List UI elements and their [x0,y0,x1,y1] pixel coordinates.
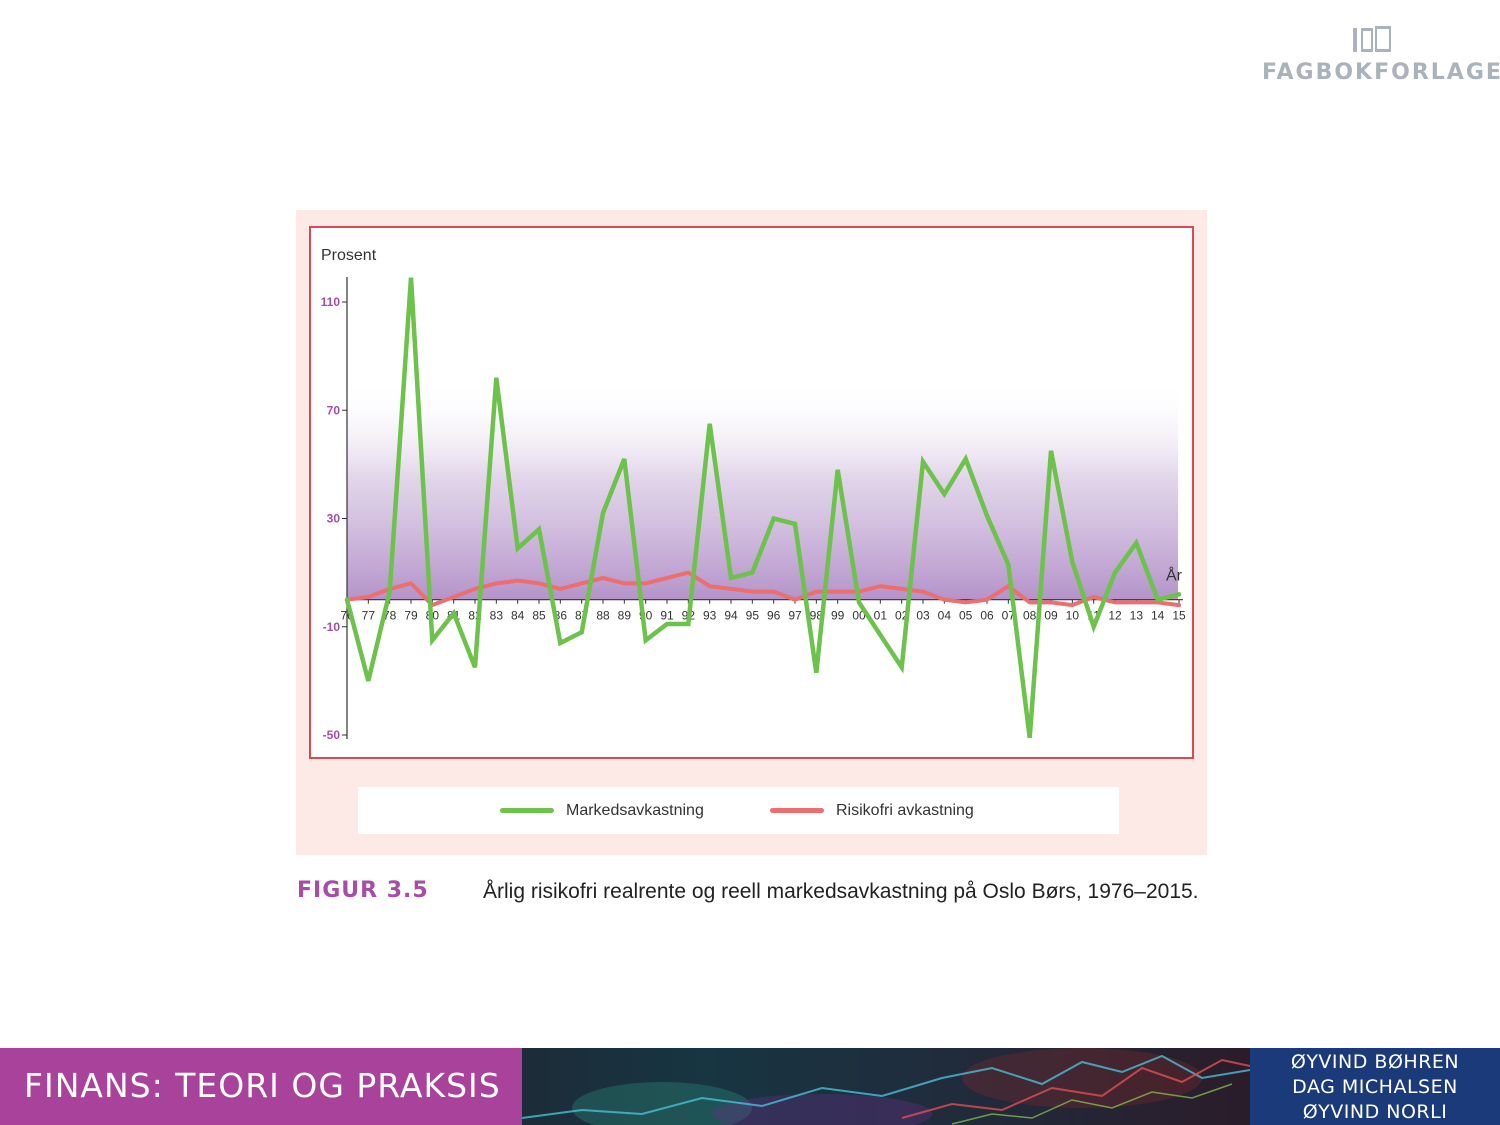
x-tick-label: 79 [404,609,418,623]
x-tick-label: 13 [1130,609,1144,623]
x-tick-label: 14 [1151,609,1165,623]
x-tick-label: 97 [788,609,802,623]
x-tick-label: 94 [724,609,738,623]
chart-panel: Prosent 110 70 30 -10 -50 76 77 78 79 80 81 82 83 84 85… [296,210,1207,855]
footer-decorative-image [522,1048,1250,1125]
x-tick-label: 10 [1066,609,1080,623]
x-tick-label: 91 [660,609,674,623]
x-tick-label: 12 [1108,609,1122,623]
x-tick-label: 89 [618,609,632,623]
brand-logo: FAGBOKFORLAGET [1262,22,1500,85]
y-tick-label: 70 [327,403,341,417]
legend: Markedsavkastning Risikofri avkastning [358,787,1119,834]
y-tick-label: -50 [323,728,341,742]
x-tick-label: 85 [532,609,546,623]
footer-title-panel: FINANS: TEORI OG PRAKSIS [0,1048,522,1125]
x-tick-label: 77 [362,609,376,623]
background-band [347,380,1178,600]
figure-label: FIGUR 3.5 [297,878,429,903]
author-3: ØYVIND NORLI [1302,1101,1448,1123]
x-tick-label: 95 [746,609,760,623]
brand-name: FAGBOKFORLAGET [1262,60,1500,85]
x-tick-label: 93 [703,609,717,623]
authors-panel: ØYVIND BØHREN DAG MICHALSEN ØYVIND NORLI [1250,1048,1500,1125]
x-tick-label: 06 [980,609,994,623]
book-title: FINANS: TEORI OG PRAKSIS [24,1066,501,1105]
x-tick-label: 08 [1023,609,1037,623]
y-axis-title: Prosent [321,247,377,264]
author-1: ØYVIND BØHREN [1290,1051,1460,1073]
stock-chart-decoration [522,1048,1250,1125]
x-tick-label: 09 [1044,609,1058,623]
y-tick-label: -10 [323,620,341,634]
legend-label-market: Markedsavkastning [566,801,704,819]
y-tick-label: 110 [321,295,341,309]
author-2: DAG MICHALSEN [1292,1076,1458,1098]
x-tick-label: 96 [767,609,781,623]
x-tick-label: 01 [874,609,888,623]
figure-caption: FIGUR 3.5 Årlig risikofri realrente og r… [297,876,1217,910]
figure-caption-text: Årlig risikofri realrente og reell marke… [483,880,1199,903]
legend-item-riskfree: Risikofri avkastning [770,787,974,834]
legend-label-riskfree: Risikofri avkastning [836,801,974,819]
x-tick-label: 04 [938,609,952,623]
x-tick-label: 84 [511,609,525,623]
legend-item-market: Markedsavkastning [500,787,704,834]
x-tick-label: 88 [596,609,610,623]
y-tick-label: 30 [327,512,341,526]
footer-bar: FINANS: TEORI OG PRAKSIS ØYVIND BØHREN D… [0,1048,1500,1125]
book-logo-icon [1353,26,1391,52]
line-chart: Prosent1107030-10-5076 77 78 79 80 81 82 83 84 85… [309,226,1194,759]
x-tick-label: 99 [831,609,845,623]
x-tick-label: 03 [916,609,930,623]
legend-swatch-riskfree [770,808,824,813]
x-tick-label: 83 [490,609,504,623]
x-tick-label: 05 [959,609,973,623]
legend-swatch-market [500,808,554,813]
x-tick-label: 15 [1172,609,1186,623]
x-axis-title: År [1166,566,1183,585]
